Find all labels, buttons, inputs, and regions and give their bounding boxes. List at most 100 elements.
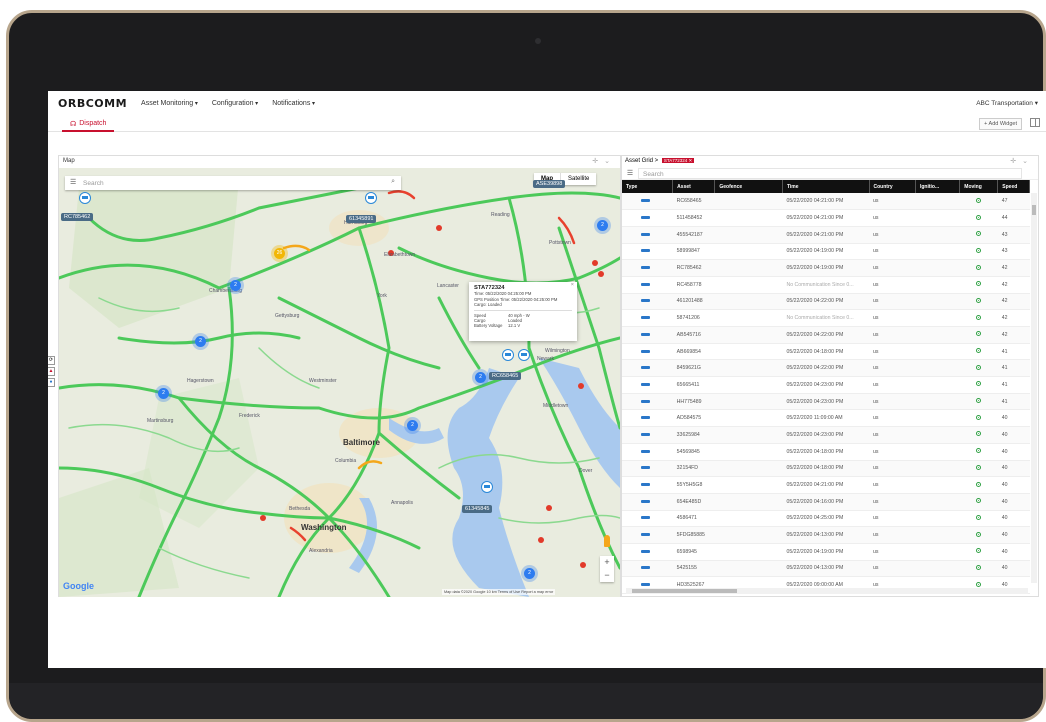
table-row[interactable]: RC458778 No Communication Since 0... us 42: [622, 276, 1030, 294]
menu-icon[interactable]: ☰: [70, 178, 76, 186]
table-row[interactable]: 58999847 05/22/2020 04:19:00 PM us 43: [622, 243, 1030, 260]
table-row[interactable]: 6598945 05/22/2020 04:19:00 PM us 40: [622, 543, 1030, 561]
table-row[interactable]: HH775489 05/22/2020 04:23:00 PM us 41: [622, 393, 1030, 410]
map-type-satellite[interactable]: Satellite: [561, 173, 596, 185]
truck-marker-icon[interactable]: [481, 481, 493, 493]
table-row[interactable]: 54569845 05/22/2020 04:18:00 PM us 40: [622, 443, 1030, 460]
column-header-geofence[interactable]: Geofence: [714, 180, 783, 193]
asset-id-cell[interactable]: 5425155: [673, 560, 715, 577]
asset-id-cell[interactable]: 58999847: [673, 243, 715, 260]
nav-configuration[interactable]: Configuration: [212, 100, 258, 107]
column-header-country[interactable]: Country: [869, 180, 916, 193]
table-row[interactable]: RC658465 05/22/2020 04:21:00 PM us 47: [622, 193, 1030, 210]
table-row[interactable]: 5425155 05/22/2020 04:13:00 PM us 40: [622, 560, 1030, 577]
street-view-pegman-icon[interactable]: [604, 535, 610, 547]
map-attribution[interactable]: Map data ©2020 Google 10 km Terms of Use…: [442, 589, 556, 595]
nav-notifications[interactable]: Notifications: [272, 100, 315, 107]
table-row[interactable]: RC785462 05/22/2020 04:19:00 PM us 42: [622, 259, 1030, 277]
marker-cluster[interactable]: 2: [407, 420, 418, 431]
asset-id-cell[interactable]: RC658465: [673, 193, 715, 210]
search-icon[interactable]: ⌕: [391, 178, 395, 186]
asset-id-cell[interactable]: RC458778: [673, 276, 715, 293]
asset-id-cell[interactable]: HH775489: [673, 393, 715, 410]
table-row[interactable]: 455542187 05/22/2020 04:21:00 PM us 43: [622, 226, 1030, 244]
asset-marker-label[interactable]: ASE39898: [533, 180, 566, 188]
asset-id-cell[interactable]: 54569845: [673, 443, 715, 460]
asset-id-cell[interactable]: 5FDG85885: [673, 527, 715, 544]
truck-marker-icon[interactable]: [79, 192, 91, 204]
table-row[interactable]: 8459621G 05/22/2020 04:22:00 PM us 41: [622, 359, 1030, 377]
grid-menu-icon[interactable]: ☰: [622, 169, 638, 177]
column-header-ignition[interactable]: Ignitio...: [915, 180, 961, 193]
vertical-scrollbar[interactable]: [1031, 193, 1037, 583]
asset-id-cell[interactable]: 6598945: [673, 543, 715, 560]
refresh-icon[interactable]: ⟳: [48, 356, 55, 365]
company-menu[interactable]: ABC Transportation ▾: [976, 99, 1038, 107]
asset-marker-label[interactable]: 61345845: [462, 505, 493, 513]
table-row[interactable]: AB545716 05/22/2020 04:22:00 PM us 42: [622, 326, 1030, 344]
marker-cluster[interactable]: 2: [475, 372, 486, 383]
asset-id-cell[interactable]: 32154FD: [673, 460, 715, 477]
nav-asset-monitoring[interactable]: Asset Monitoring: [141, 100, 198, 107]
asset-id-cell[interactable]: 55Y5H5G8: [673, 477, 715, 494]
table-row[interactable]: 55Y5H5G8 05/22/2020 04:21:00 PM us 40: [622, 477, 1030, 494]
grid-search-input[interactable]: Search: [638, 167, 1022, 179]
layout-columns-icon[interactable]: [1030, 118, 1040, 127]
table-row[interactable]: 511458452 05/22/2020 04:21:00 PM us 44: [622, 210, 1030, 227]
table-row[interactable]: 654E485D 05/22/2020 04:16:00 PM us 40: [622, 493, 1030, 511]
table-row[interactable]: 4586471 05/22/2020 04:25:00 PM us 40: [622, 510, 1030, 527]
marker-cluster[interactable]: 26: [274, 248, 285, 259]
table-row[interactable]: 5FDG85885 05/22/2020 04:13:00 PM us 40: [622, 526, 1030, 544]
column-header-moving[interactable]: Moving: [959, 180, 999, 193]
asset-id-cell[interactable]: 65665411: [673, 377, 715, 394]
marker-cluster[interactable]: 2: [597, 220, 608, 231]
marker-cluster[interactable]: 2: [524, 568, 535, 579]
asset-grid-breadcrumb[interactable]: Asset Grid >: [625, 158, 658, 164]
alert-icon[interactable]: ▲: [48, 367, 55, 376]
table-row[interactable]: 461201488 05/22/2020 04:22:00 PM us 42: [622, 293, 1030, 310]
table-row[interactable]: 58741206 No Communication Since 0... us 42: [622, 310, 1030, 327]
truck-marker-icon[interactable]: [518, 349, 530, 361]
map-search-input[interactable]: ☰ Search ⌕: [65, 176, 401, 190]
asset-id-cell[interactable]: AB545716: [673, 327, 715, 344]
horizontal-scrollbar[interactable]: [626, 588, 1028, 594]
zoom-out-button[interactable]: −: [600, 569, 614, 582]
info-icon[interactable]: ●: [48, 378, 55, 387]
selected-asset-tag[interactable]: STA772324 ✕: [661, 158, 695, 163]
truck-marker-icon[interactable]: [502, 349, 514, 361]
table-row[interactable]: AB669854 05/22/2020 04:18:00 PM us 41: [622, 343, 1030, 360]
asset-id-cell[interactable]: 455542187: [673, 226, 715, 243]
asset-marker-label[interactable]: 61345891: [346, 215, 377, 223]
marker-cluster[interactable]: 2: [230, 280, 241, 291]
asset-id-cell[interactable]: AB669854: [673, 343, 715, 360]
zoom-in-button[interactable]: +: [600, 556, 614, 569]
close-icon[interactable]: ×: [571, 282, 574, 288]
asset-id-cell[interactable]: AD584575: [673, 410, 715, 427]
column-header-speed[interactable]: Speed: [997, 180, 1030, 193]
column-header-asset[interactable]: Asset: [672, 180, 716, 193]
column-header-type[interactable]: Type: [622, 180, 674, 193]
asset-id-cell[interactable]: 511458452: [673, 210, 715, 227]
asset-id-cell[interactable]: 33625984: [673, 427, 715, 444]
asset-id-cell[interactable]: 58741206: [673, 310, 715, 327]
add-widget-button[interactable]: + Add Widget: [979, 118, 1022, 130]
widget-controls[interactable]: ✛⌄: [1010, 157, 1034, 165]
table-row[interactable]: 32154FD 05/22/2020 04:18:00 PM us 40: [622, 460, 1030, 477]
asset-id-cell[interactable]: 654E485D: [673, 493, 715, 510]
column-header-time[interactable]: Time: [782, 180, 870, 193]
marker-cluster[interactable]: 2: [195, 336, 206, 347]
asset-marker-label[interactable]: RC658465: [489, 372, 522, 380]
asset-id-cell[interactable]: 4586471: [673, 510, 715, 527]
widget-controls[interactable]: ✛⌄: [592, 157, 616, 165]
map-canvas[interactable]: ☰ Search ⌕ Map Satellite Baltimore Washi…: [59, 168, 620, 597]
tab-dispatch[interactable]: ☊ Dispatch: [62, 117, 115, 132]
asset-id-cell[interactable]: RC785462: [673, 260, 715, 277]
orbcomm-logo[interactable]: ORBCOMM: [58, 97, 127, 110]
truck-marker-icon[interactable]: [365, 192, 377, 204]
asset-marker-label[interactable]: RC785462: [61, 213, 94, 221]
asset-id-cell[interactable]: 8459621G: [673, 360, 715, 377]
marker-cluster[interactable]: 2: [158, 388, 169, 399]
table-row[interactable]: AD584575 05/22/2020 11:09:00 AM us 40: [622, 410, 1030, 427]
asset-id-cell[interactable]: 461201488: [673, 293, 715, 310]
table-row[interactable]: 33625984 05/22/2020 04:23:00 PM us 40: [622, 426, 1030, 444]
